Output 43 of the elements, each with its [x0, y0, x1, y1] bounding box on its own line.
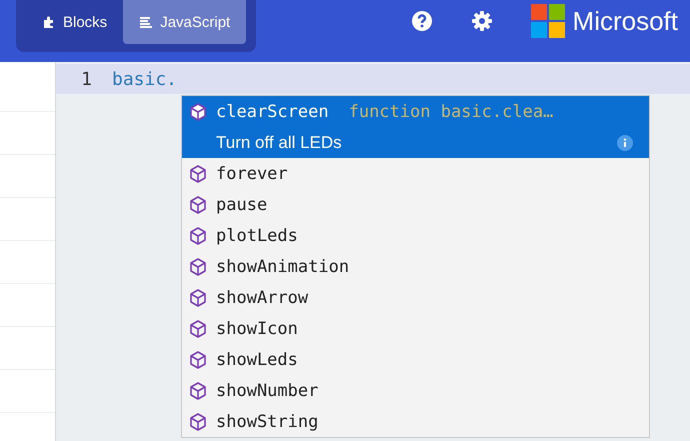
suggestion-name: pause	[216, 194, 268, 214]
cube-icon	[188, 350, 208, 370]
suggestion-item[interactable]: showIcon	[182, 313, 649, 344]
suggestion-item[interactable]: showLeds	[182, 344, 649, 375]
puzzle-icon	[42, 15, 56, 29]
suggestion-item[interactable]: forever	[182, 158, 649, 189]
suggestion-name: clearScreen	[216, 102, 329, 122]
suggestion-name: showArrow	[216, 288, 308, 308]
logo-icon	[530, 4, 565, 38]
cube-icon	[188, 256, 208, 276]
settings-icon[interactable]	[470, 10, 493, 32]
code-text: basic.	[112, 68, 178, 90]
suggestion-item[interactable]: showNumber	[182, 375, 649, 406]
editor-tab[interactable]: Blocks	[26, 0, 124, 44]
suggestion-item[interactable]: plotLeds	[182, 220, 649, 251]
cube-icon	[188, 288, 208, 308]
suggestion-name: showAnimation	[216, 256, 350, 276]
cube-icon	[188, 102, 208, 122]
suggestion-name: plotLeds	[216, 226, 298, 246]
suggestion-name: showIcon	[216, 318, 298, 338]
cube-icon	[188, 318, 208, 338]
line-number: 1	[80, 68, 92, 90]
text-lines-icon	[139, 16, 154, 28]
suggestion-name: showLeds	[216, 350, 298, 370]
cube-icon	[188, 164, 208, 184]
editor-tab[interactable]: JavaScript	[123, 0, 246, 44]
suggestion-signature: function basic.clea…	[348, 102, 554, 122]
info-icon	[617, 134, 633, 150]
suggestion-description: Turn off all LEDs	[216, 132, 342, 152]
suggestion-item[interactable]: pause	[182, 189, 649, 220]
suggestion-name: forever	[216, 164, 288, 184]
suggestion-name: showString	[216, 412, 318, 432]
suggestion-item[interactable]: showString	[182, 406, 649, 437]
help-icon[interactable]	[410, 10, 433, 32]
suggestion-item[interactable]: clearScreen function basic.clea… Turn off all LEDs	[182, 96, 649, 158]
cube-icon	[188, 226, 208, 246]
cube-icon	[188, 194, 208, 214]
cube-icon	[188, 412, 208, 432]
suggestion-item[interactable]: showAnimation	[182, 251, 649, 282]
suggestion-item[interactable]: showArrow	[182, 282, 649, 313]
suggestion-name: showNumber	[216, 380, 318, 400]
brand-name: Microsoft	[572, 6, 678, 36]
cube-icon	[188, 380, 208, 400]
